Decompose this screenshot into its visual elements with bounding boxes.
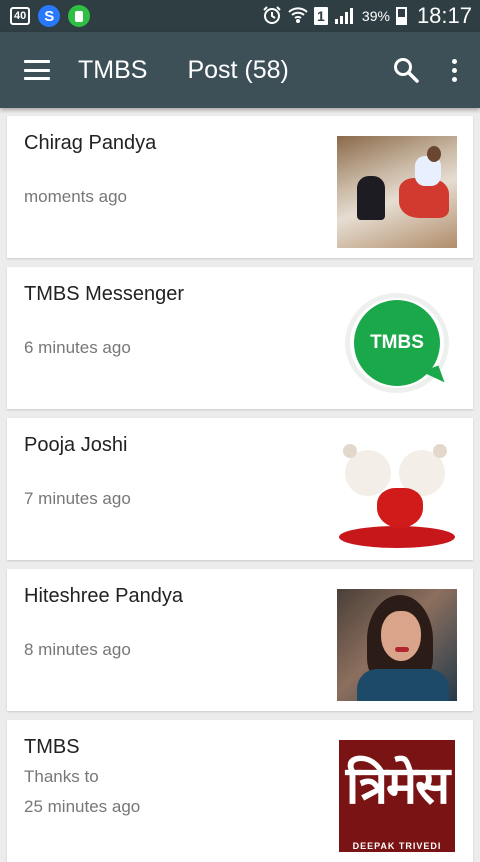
tmbs-logo: TMBS [345, 293, 449, 393]
post-text: Chirag Pandya moments ago [24, 130, 156, 258]
battery-icon [395, 7, 407, 25]
battery-percent: 39% [361, 8, 390, 24]
app-title: TMBS [78, 55, 148, 84]
search-icon[interactable] [386, 50, 426, 90]
brand-logo-glyph: त्रिमेस [345, 755, 450, 816]
post-text: Pooja Joshi 7 minutes ago [24, 432, 131, 560]
clock: 18:17 [416, 3, 472, 28]
post-card[interactable]: Hiteshree Pandya 8 minutes ago [7, 569, 473, 711]
sim-indicator: 1 [313, 7, 328, 25]
menu-icon[interactable] [24, 60, 50, 80]
more-options-icon[interactable] [440, 50, 468, 90]
post-text: TMBS Messenger 6 minutes ago [24, 281, 184, 409]
status-left: 40 S [10, 5, 91, 27]
status-bar: 40 S 1 39% 18:17 [0, 0, 480, 32]
post-thumbnail[interactable] [337, 589, 457, 701]
post-author: TMBS Messenger [24, 283, 185, 305]
post-thumbnail[interactable]: त्रिमेस DEEPAK TRIVEDI [337, 740, 457, 852]
post-time: 7 minutes ago [24, 489, 131, 508]
post-time: moments ago [24, 187, 127, 206]
messenger-app-icon [68, 5, 91, 27]
post-author: Pooja Joshi [24, 434, 128, 456]
post-feed: Chirag Pandya moments ago TMBS Messenger… [0, 108, 480, 862]
post-text: TMBS Thanks to 25 minutes ago [24, 734, 140, 862]
notification-badge: 40 [10, 7, 31, 25]
post-card[interactable]: Pooja Joshi 7 minutes ago [7, 418, 473, 560]
post-time: 8 minutes ago [24, 640, 131, 659]
signal-icon [334, 6, 356, 27]
post-thumbnail[interactable]: TMBS [337, 287, 457, 399]
post-author: TMBS [24, 736, 80, 758]
post-author: Chirag Pandya [24, 132, 157, 154]
post-time: 25 minutes ago [24, 797, 141, 816]
post-count: Post (58) [187, 55, 289, 84]
post-thumbnail[interactable] [337, 136, 457, 248]
post-card[interactable]: TMBS Thanks to 25 minutes ago त्रिमेस DE… [7, 720, 473, 862]
s-app-icon: S [38, 5, 61, 27]
wifi-icon [288, 6, 308, 27]
app-bar: TMBS Post (58) [0, 32, 480, 108]
post-subtitle: Thanks to [24, 767, 99, 786]
brand-logo-caption: DEEPAK TRIVEDI [339, 840, 455, 852]
post-author: Hiteshree Pandya [24, 585, 183, 607]
post-thumbnail[interactable] [337, 438, 457, 550]
status-right: 1 39% 18:17 [262, 3, 472, 29]
post-text: Hiteshree Pandya 8 minutes ago [24, 583, 183, 711]
brand-logo: त्रिमेस [339, 740, 455, 840]
post-time: 6 minutes ago [24, 338, 131, 357]
post-card[interactable]: Chirag Pandya moments ago [7, 116, 473, 258]
post-card[interactable]: TMBS Messenger 6 minutes ago TMBS [7, 267, 473, 409]
alarm-icon [262, 5, 282, 28]
